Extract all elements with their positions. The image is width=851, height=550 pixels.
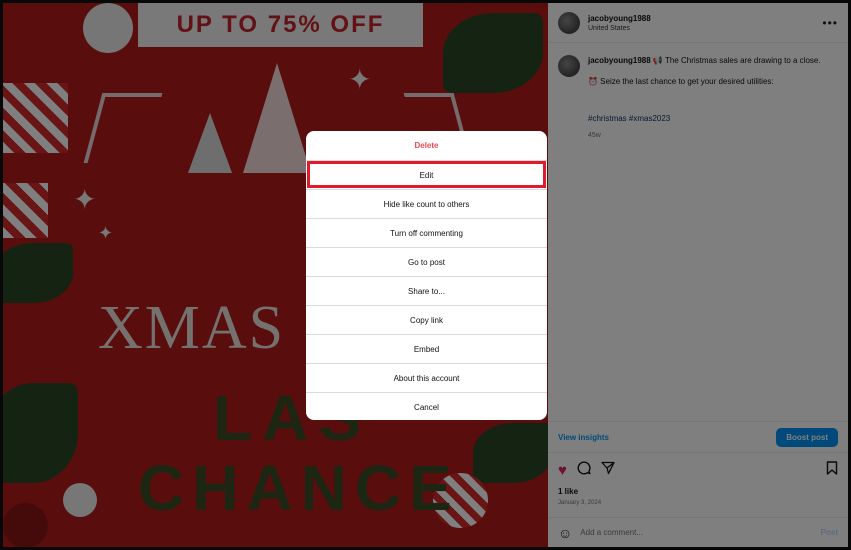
hide-like-count-button[interactable]: Hide like count to others (306, 189, 547, 218)
about-account-button[interactable]: About this account (306, 363, 547, 392)
post-options-menu: Delete Edit Hide like count to others Tu… (306, 131, 547, 420)
go-to-post-button[interactable]: Go to post (306, 247, 547, 276)
embed-button[interactable]: Embed (306, 334, 547, 363)
share-to-button[interactable]: Share to... (306, 276, 547, 305)
cancel-button[interactable]: Cancel (306, 392, 547, 420)
edit-button[interactable]: Edit (306, 160, 547, 189)
delete-button[interactable]: Delete (306, 131, 547, 160)
turn-off-commenting-button[interactable]: Turn off commenting (306, 218, 547, 247)
instagram-post-dialog: UP TO 75% OFF ✦ ✦ ✦ XMAS S LAS CHANCE ja… (0, 0, 851, 550)
copy-link-button[interactable]: Copy link (306, 305, 547, 334)
